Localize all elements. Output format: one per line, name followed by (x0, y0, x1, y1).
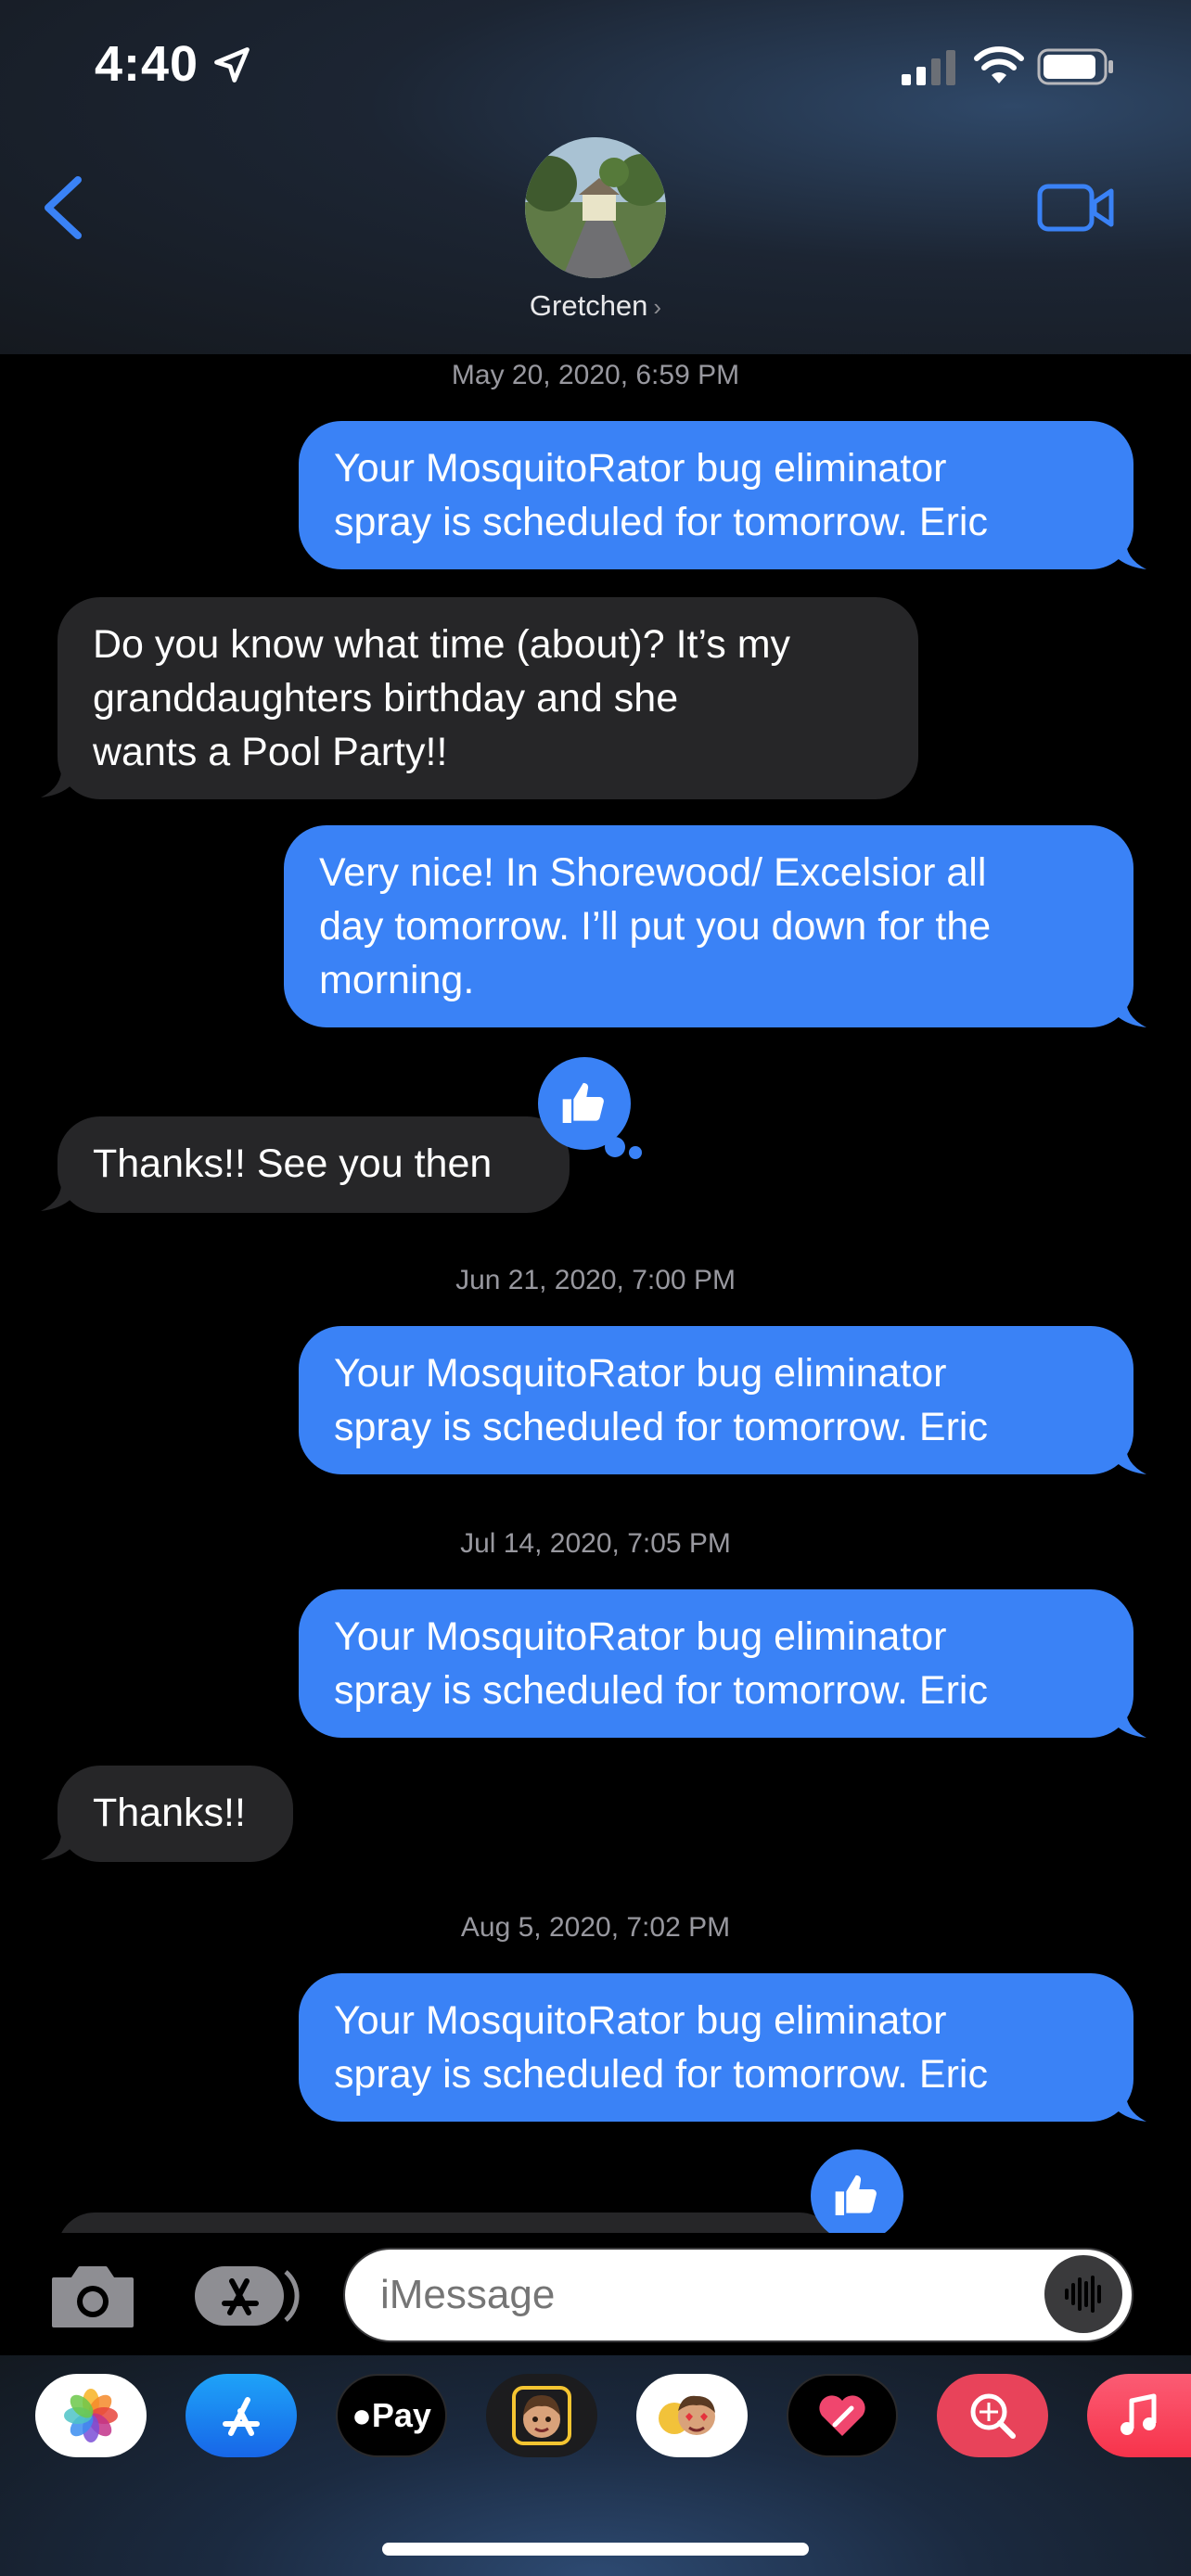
bubble-tail (1104, 996, 1146, 1027)
bubble-tail (1104, 2090, 1146, 2122)
contact-avatar[interactable] (525, 137, 666, 278)
tapback-reaction[interactable] (538, 1057, 631, 1150)
imessage-input[interactable] (343, 2248, 1133, 2342)
apple-pay-icon: ●Pay (352, 2396, 431, 2434)
timestamp: Jul 14, 2020, 7:05 PM (460, 1528, 731, 1559)
app-store-icon (223, 2397, 260, 2436)
outgoing-message[interactable]: Your MosquitoRator bug eliminator spray … (299, 1326, 1133, 1474)
incoming-message[interactable]: Thanks!! See you then (58, 1116, 570, 1213)
digital-touch-icon (819, 2395, 865, 2436)
memoji-icon (512, 2386, 571, 2445)
bubble-tail (41, 1829, 83, 1860)
bubble-tail (41, 766, 83, 797)
wifi-icon (974, 46, 1024, 83)
bubble-tail (1104, 1706, 1146, 1738)
incoming-message[interactable]: Do you know what time (about)? It’s my g… (58, 597, 918, 799)
camera-icon[interactable] (48, 2261, 137, 2331)
contact-name[interactable]: Gretchen › (0, 289, 1191, 323)
memoji-stickers-app-button[interactable] (636, 2374, 748, 2457)
outgoing-message[interactable]: Your MosquitoRator bug eliminator spray … (299, 1589, 1133, 1738)
tapback-reaction[interactable] (811, 2149, 903, 2242)
back-chevron-icon[interactable] (37, 172, 89, 243)
audio-message-button[interactable] (1044, 2255, 1122, 2333)
avatar-photo (525, 137, 666, 278)
apple-pay-app-button[interactable]: ●Pay (336, 2374, 447, 2457)
bubble-tail (41, 1180, 83, 1211)
tapback-tail-dot (629, 1146, 642, 1159)
music-app-button[interactable] (1087, 2374, 1191, 2457)
tapback-tail-dot (605, 1137, 625, 1157)
contact-name-label: Gretchen (529, 289, 648, 322)
outgoing-message[interactable]: Your MosquitoRator bug eliminator spray … (299, 1973, 1133, 2122)
digital-touch-app-button[interactable] (787, 2374, 898, 2457)
app-store-app-button[interactable] (186, 2374, 297, 2457)
timestamp: Aug 5, 2020, 7:02 PM (460, 1912, 731, 1943)
app-store-apps-icon[interactable] (191, 2259, 301, 2333)
status-bar: 4:40 (0, 0, 1191, 121)
memoji-stickers-icon (659, 2395, 715, 2435)
bubble-tail (1104, 538, 1146, 569)
outgoing-message[interactable]: Very nice! In Shorewood/ Excelsior all d… (284, 825, 1133, 1027)
location-arrow-icon (214, 47, 250, 83)
waveform-icon (1065, 2276, 1101, 2313)
images-search-icon (970, 2393, 1016, 2439)
images-search-app-button[interactable] (937, 2374, 1048, 2457)
timestamp: Jun 21, 2020, 7:00 PM (455, 1265, 736, 1295)
thumbs-up-icon (562, 1082, 604, 1123)
status-time: 4:40 (95, 36, 199, 92)
photos-app-button[interactable] (35, 2374, 147, 2457)
memoji-app-button[interactable] (486, 2374, 597, 2457)
outgoing-message[interactable]: Your MosquitoRator bug eliminator spray … (299, 421, 1133, 569)
battery-icon (1037, 48, 1113, 85)
incoming-message[interactable]: Thanks!! (58, 1766, 293, 1862)
thumbs-up-icon (835, 2174, 877, 2215)
cellular-signal-icon (902, 50, 955, 85)
music-icon (1121, 2393, 1157, 2435)
facetime-video-icon[interactable] (1037, 182, 1115, 234)
chevron-right-icon: › (653, 293, 662, 321)
timestamp: May 20, 2020, 6:59 PM (451, 360, 740, 390)
home-indicator[interactable] (382, 2543, 809, 2556)
bubble-tail (1104, 1443, 1146, 1474)
photos-icon (64, 2389, 118, 2442)
